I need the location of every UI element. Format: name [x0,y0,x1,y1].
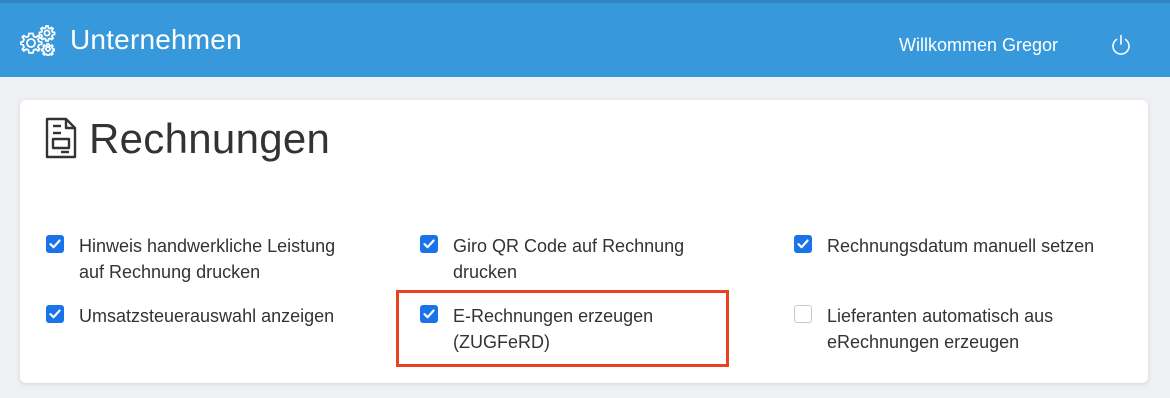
option-rechnungsdatum[interactable]: Rechnungsdatum manuell setzen [794,233,1124,259]
welcome-text: Willkommen Gregor [898,35,1058,55]
check-icon [423,309,435,319]
check-icon [423,239,435,249]
check-icon [49,309,61,319]
option-giro-qr[interactable]: Giro QR Code auf Rechnung drucken [420,233,720,285]
option-label: Umsatzsteuerauswahl anzeigen [79,306,335,326]
app-title: Unternehmen [70,24,242,55]
option-handwerk[interactable]: Hinweis handwerkliche Leistung auf Rechnu… [46,233,376,285]
option-e-rechnungen[interactable]: E-Rechnungen erzeugen (ZUGFeRD) [420,303,710,355]
check-icon [49,239,61,249]
invoice-document-icon [45,117,77,159]
checkbox-checked[interactable] [794,235,812,253]
option-label: Rechnungsdatum manuell setzen [827,236,1095,256]
option-label: E-Rechnungen erzeugen (ZUGFeRD) [453,306,654,352]
header-bar: Unternehmen Willkommen Gregor [0,0,1170,77]
section-title: Rechnungen [89,115,331,162]
checkbox-checked[interactable] [46,235,64,253]
checkbox-checked[interactable] [420,305,438,323]
check-icon [797,239,809,249]
checkbox-unchecked[interactable] [794,305,812,323]
power-icon[interactable] [1110,33,1132,57]
option-label: Lieferanten automatisch aus eRechnungen e… [827,306,1054,352]
option-umsatzsteuer[interactable]: Umsatzsteuerauswahl anzeigen [46,303,376,329]
option-label: Giro QR Code auf Rechnung drucken [453,236,685,282]
option-lieferanten[interactable]: Lieferanten automatisch aus eRechnungen e… [794,303,1124,355]
gears-icon [20,25,56,56]
checkbox-checked[interactable] [420,235,438,253]
checkbox-checked[interactable] [46,305,64,323]
option-label: Hinweis handwerkliche Leistung auf Rechnu… [79,236,336,282]
